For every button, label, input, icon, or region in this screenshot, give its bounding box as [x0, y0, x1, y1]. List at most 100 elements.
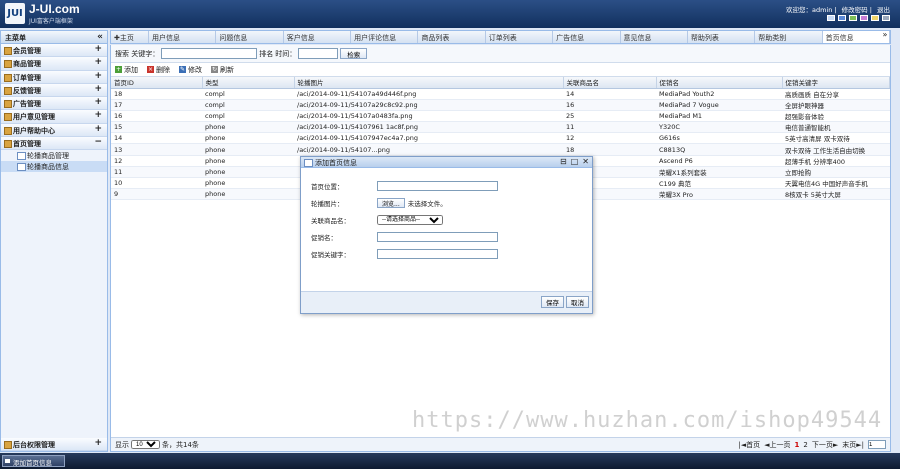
browse-button[interactable]: 浏览... — [377, 198, 405, 208]
tab-more-icon[interactable]: » — [880, 30, 890, 44]
page-1-link[interactable]: 1 — [795, 441, 800, 449]
tab[interactable]: 客户信息 — [284, 31, 352, 43]
dialog-header[interactable]: 添加首页信息 ⊟ □ ✕ — [301, 157, 592, 168]
table-cell: phone — [202, 155, 294, 167]
theme-swatch[interactable] — [849, 15, 857, 21]
show-label: 显示 — [115, 440, 129, 449]
sidebar-item[interactable]: 商品管理 + — [1, 57, 107, 71]
theme-swatch[interactable] — [827, 15, 835, 21]
last-page-link[interactable]: 末页►| — [842, 440, 864, 450]
change-password-link[interactable]: 修改密码 — [842, 6, 868, 14]
theme-swatch[interactable] — [838, 15, 846, 21]
sidebar-item[interactable]: 用户意见管理 + — [1, 110, 107, 124]
goto-page-input[interactable] — [868, 440, 886, 449]
sidebar-item-permissions[interactable]: 后台权限管理 + — [1, 437, 107, 451]
expand-icon[interactable]: + — [94, 110, 102, 120]
prev-page-link[interactable]: ◄上一页 — [764, 440, 790, 450]
cancel-button[interactable]: 取消 — [566, 296, 589, 308]
expand-icon[interactable]: + — [94, 84, 102, 94]
table-cell: 全屏护眼神器 — [782, 99, 890, 111]
page-2-link[interactable]: 2 — [803, 441, 807, 449]
position-input[interactable] — [377, 181, 498, 191]
table-row[interactable]: 15 phone/aci/2014-09-11/54107961 1ac8f.pn… — [111, 121, 890, 134]
field-label: 促销关键字： — [311, 251, 350, 259]
column-header[interactable]: 促销名 — [656, 77, 783, 89]
column-header[interactable]: 首页ID — [111, 77, 203, 89]
column-header[interactable]: 促销关键字 — [782, 77, 890, 89]
sidebar-item-label: 反馈管理 — [13, 86, 41, 95]
sidebar-item[interactable]: 反馈管理 + — [1, 83, 107, 98]
page-size-select[interactable]: 10 — [131, 440, 160, 449]
sidebar-item[interactable]: 会员管理 + — [1, 44, 107, 58]
promo-keyword-input[interactable] — [377, 249, 498, 259]
column-header[interactable]: 轮播图片 — [294, 77, 564, 89]
refresh-button[interactable]: ↻ 刷新 — [211, 65, 234, 75]
column-header[interactable]: 类型 — [202, 77, 295, 89]
tab[interactable]: 订单列表 — [486, 31, 554, 43]
time-input[interactable] — [298, 48, 339, 59]
table-cell: 16 — [563, 99, 656, 111]
field-position: 首页位置： — [311, 181, 498, 191]
tab[interactable]: 帮助列表 — [688, 31, 756, 43]
sidebar-subitem[interactable]: 轮播商品信息 — [1, 161, 107, 173]
edit-button[interactable]: ✎ 修改 — [179, 65, 202, 75]
sidebar-item-label: 后台权限管理 — [13, 440, 55, 449]
expand-icon[interactable]: + — [94, 57, 102, 67]
dialog-body: 首页位置： 轮播图片： 浏览... 未选择文件。 关联商品名： --请选择商品-… — [301, 169, 592, 293]
keyword-input[interactable] — [161, 48, 258, 59]
theme-swatch[interactable] — [882, 15, 890, 21]
sidebar-item[interactable]: 用户帮助中心 + — [1, 123, 107, 138]
table-row[interactable]: 17 compl/aci/2014-09-11/54107a29c8c92.png… — [111, 99, 890, 111]
tab[interactable]: ✚主页 — [111, 31, 149, 43]
add-button[interactable]: + 添加 — [115, 65, 138, 75]
delete-button[interactable]: × 删除 — [147, 65, 170, 75]
add-dialog: 添加首页信息 ⊟ □ ✕ 首页位置： 轮播图片： 浏览... 未选择文件。 关联… — [300, 156, 593, 314]
expand-icon[interactable]: + — [94, 124, 102, 134]
theme-swatch[interactable] — [871, 15, 879, 21]
table-cell: Y320C — [656, 121, 782, 134]
sidebar-item[interactable]: 广告管理 + — [1, 97, 107, 111]
expand-icon[interactable]: + — [94, 44, 102, 54]
table-cell: 11 — [563, 121, 656, 134]
save-button[interactable]: 保存 — [541, 296, 564, 308]
user-nav: 欢迎您：admin | 修改密码 | 退出 — [785, 6, 890, 14]
expand-icon[interactable]: + — [94, 71, 102, 81]
tab[interactable]: 用户信息 — [149, 31, 217, 43]
table-cell: compl — [202, 110, 294, 123]
sidebar-item[interactable]: 订单管理 + — [1, 70, 107, 84]
next-page-link[interactable]: 下一页► — [812, 440, 838, 450]
tab[interactable]: 意见信息 — [621, 31, 688, 43]
table-row[interactable]: 13 phone/aci/2014-09-11/54107...png 18 C881… — [111, 143, 890, 156]
sidebar-subitem[interactable]: 轮播商品管理 — [1, 150, 107, 161]
taskbar-item[interactable]: 添加首页信息 — [2, 455, 65, 467]
table-row[interactable]: 18 compl/aci/2014-09-11/54107a49d446f.png… — [111, 88, 890, 100]
tab[interactable]: 用户评论信息 — [351, 31, 419, 43]
minimize-icon[interactable]: ⊟ — [560, 157, 567, 166]
tab[interactable]: 商品列表 — [418, 31, 486, 43]
table-cell: 双卡双待 工作生活自由切换 — [782, 143, 890, 156]
product-select[interactable]: --请选择商品-- — [377, 215, 443, 225]
table-cell: 8核双卡 5英寸大屏 — [782, 188, 890, 201]
field-promo-name: 促销名： — [311, 232, 498, 242]
column-header[interactable]: 关联商品名 — [563, 77, 657, 89]
tab[interactable]: 问题信息 — [216, 31, 284, 43]
expand-icon[interactable]: + — [94, 97, 102, 107]
expand-icon[interactable]: + — [94, 438, 102, 448]
tab[interactable]: 帮助类别 — [755, 31, 823, 43]
table-row[interactable]: 16 compl/aci/2014-09-11/54107a0483fa.png 2… — [111, 110, 890, 123]
table-cell: 9 — [111, 188, 202, 201]
collapse-icon[interactable]: − — [94, 137, 102, 147]
sidebar-item-label: 订单管理 — [13, 73, 41, 82]
tab[interactable]: 广告信息 — [553, 31, 621, 43]
maximize-icon[interactable]: □ — [571, 157, 579, 166]
logout-link[interactable]: 退出 — [877, 6, 890, 14]
promo-name-input[interactable] — [377, 232, 498, 242]
first-page-link[interactable]: |◄首页 — [738, 440, 760, 450]
sidebar-item[interactable]: 首页管理 − — [1, 137, 107, 151]
table-row[interactable]: 14 phone/aci/2014-09-11/54107947ec4a7.png… — [111, 132, 890, 145]
theme-swatch[interactable] — [860, 15, 868, 21]
collapse-icon[interactable]: « — [97, 32, 103, 42]
close-icon[interactable]: ✕ — [582, 157, 589, 166]
search-button[interactable]: 检索 — [340, 48, 368, 59]
table-cell: phone — [202, 188, 294, 201]
